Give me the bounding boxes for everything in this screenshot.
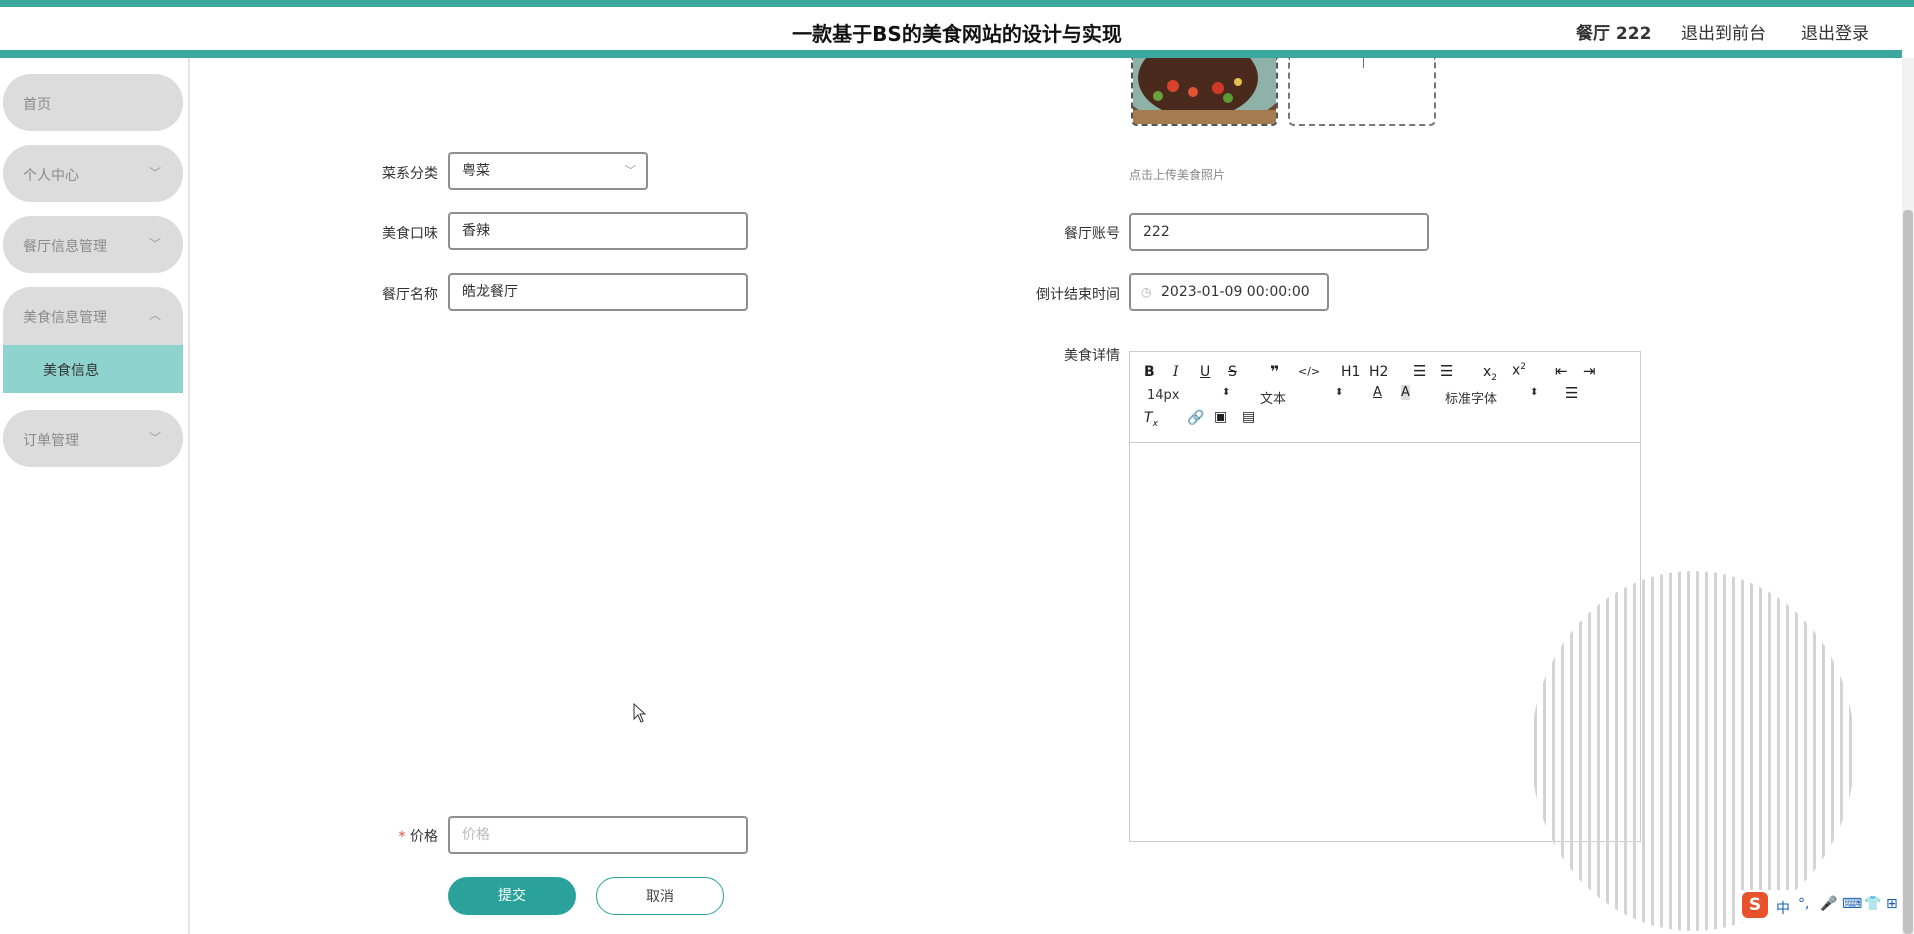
sidebar-item-personal-center[interactable]: 个人中心 ﹀ [3, 145, 183, 202]
sidebar-item-label: 订单管理 [23, 433, 79, 449]
underline-icon[interactable]: U [1200, 364, 1210, 380]
ime-menu-icon[interactable]: ⊞ [1886, 896, 1898, 912]
font-color-icon[interactable]: A [1373, 385, 1382, 400]
strikethrough-icon[interactable]: S [1228, 364, 1237, 380]
top-accent-bar [0, 0, 1914, 7]
countdown-date-input[interactable]: ◷ 2023-01-09 00:00:00 [1129, 273, 1329, 311]
sidebar-item-label: 餐厅信息管理 [23, 239, 107, 255]
price-input[interactable]: 价格 [448, 816, 748, 854]
food-photo-image [1133, 58, 1276, 124]
outdent-icon[interactable]: ⇤ [1555, 362, 1568, 380]
restaurant-name-label: 餐厅名称 [382, 287, 438, 303]
sogou-ime-icon[interactable]: S [1742, 892, 1768, 918]
restaurant-name-input[interactable]: 皓龙餐厅 [448, 273, 748, 311]
indent-icon[interactable]: ⇥ [1583, 362, 1596, 380]
h1-icon[interactable]: H1 [1341, 364, 1360, 380]
chevron-down-icon: ﹀ [148, 237, 161, 251]
chevron-down-icon: ﹀ [625, 164, 636, 177]
sidebar-item-label: 美食信息管理 [23, 310, 107, 326]
paragraph-select-arrow-icon: ⬍ [1335, 387, 1344, 398]
detail-label: 美食详情 [1064, 348, 1120, 364]
scrollbar-thumb[interactable] [1903, 210, 1913, 934]
plus-icon [1363, 58, 1364, 68]
decorative-striped-circle [1531, 571, 1855, 931]
upload-photo-box[interactable] [1288, 58, 1436, 126]
cancel-button[interactable]: 取消 [596, 877, 724, 915]
code-icon[interactable]: </> [1298, 365, 1320, 378]
ime-toolbar: S 中 °, 🎤 ⌨ 👕 ⊞ [1740, 890, 1914, 922]
ime-chinese-mode-icon[interactable]: 中 [1776, 898, 1790, 918]
superscript-icon[interactable]: x2 [1512, 362, 1526, 379]
current-user: 餐厅 222 [1576, 24, 1652, 44]
microphone-icon[interactable]: 🎤 [1820, 896, 1837, 912]
cuisine-select[interactable]: 粤菜 ﹀ [448, 152, 648, 190]
flavor-input[interactable]: 香辣 [448, 212, 748, 250]
exit-to-front-link[interactable]: 退出到前台 [1681, 19, 1766, 44]
food-photo-thumbnail[interactable] [1131, 58, 1278, 126]
skin-icon[interactable]: 👕 [1864, 896, 1881, 912]
sidebar-subitem-food-info[interactable]: 美食信息 [3, 345, 183, 393]
blockquote-icon[interactable]: ❞ [1270, 362, 1279, 381]
link-icon[interactable]: 🔗 [1187, 410, 1204, 426]
image-icon[interactable]: ▣ [1214, 409, 1227, 425]
video-icon[interactable]: ▤ [1242, 409, 1255, 425]
upload-hint: 点击上传美食照片 [1129, 168, 1226, 182]
chevron-up-icon: ︿ [148, 308, 161, 322]
sidebar-item-label: 个人中心 [23, 168, 79, 184]
font-family-select-arrow-icon: ⬍ [1530, 387, 1539, 398]
h2-icon[interactable]: H2 [1369, 364, 1388, 380]
sidebar-item-home[interactable]: 首页 [3, 74, 183, 131]
account-input[interactable]: 222 [1129, 213, 1429, 251]
ordered-list-icon[interactable]: ☰ [1413, 362, 1426, 380]
sidebar-item-orders[interactable]: 订单管理 ﹀ [3, 410, 183, 467]
bullet-list-icon[interactable]: ☰ [1440, 362, 1453, 380]
flavor-label: 美食口味 [382, 226, 438, 242]
mouse-cursor-icon [633, 703, 647, 723]
price-label-text: 价格 [410, 829, 438, 845]
bold-icon[interactable]: B [1144, 364, 1155, 380]
countdown-label: 倒计结束时间 [1036, 287, 1120, 303]
editor-toolbar: B I U S ❞ </> H1 H2 ☰ ☰ x2 x2 ⇤ ⇥ 14px ⬍… [1130, 352, 1640, 443]
ime-punctuation-icon[interactable]: °, [1798, 896, 1809, 912]
chevron-down-icon: ﹀ [148, 166, 161, 180]
price-label: * 价格 [360, 826, 438, 846]
sidebar-item-restaurant-info[interactable]: 餐厅信息管理 ﹀ [3, 216, 183, 273]
cuisine-select-value: 粤菜 [462, 163, 490, 179]
font-size-select-arrow-icon: ⬍ [1222, 387, 1231, 398]
header-divider [0, 50, 1902, 58]
cuisine-label: 菜系分类 [382, 166, 438, 182]
paragraph-select[interactable]: 文本 [1260, 388, 1286, 407]
font-family-select[interactable]: 标准字体 [1445, 388, 1497, 407]
font-size-select[interactable]: 14px [1147, 388, 1180, 403]
logout-link[interactable]: 退出登录 [1801, 19, 1869, 44]
background-color-icon[interactable]: A [1401, 385, 1410, 400]
sidebar-item-label: 首页 [23, 97, 51, 113]
required-mark: * [398, 829, 406, 845]
sidebar-item-food-info[interactable]: 美食信息管理 ︿ [3, 287, 183, 345]
italic-icon[interactable]: I [1173, 364, 1179, 380]
sidebar-subitem-label: 美食信息 [43, 363, 99, 379]
clear-format-icon[interactable]: Tx [1144, 410, 1158, 429]
account-label: 餐厅账号 [1064, 226, 1120, 242]
submit-button[interactable]: 提交 [448, 877, 576, 915]
subscript-icon[interactable]: x2 [1483, 364, 1497, 383]
chevron-down-icon: ﹀ [148, 431, 161, 445]
keyboard-icon[interactable]: ⌨ [1842, 896, 1862, 912]
clock-icon: ◷ [1141, 285, 1152, 299]
align-icon[interactable]: ☰ [1565, 384, 1578, 402]
countdown-value: 2023-01-09 00:00:00 [1161, 284, 1310, 300]
